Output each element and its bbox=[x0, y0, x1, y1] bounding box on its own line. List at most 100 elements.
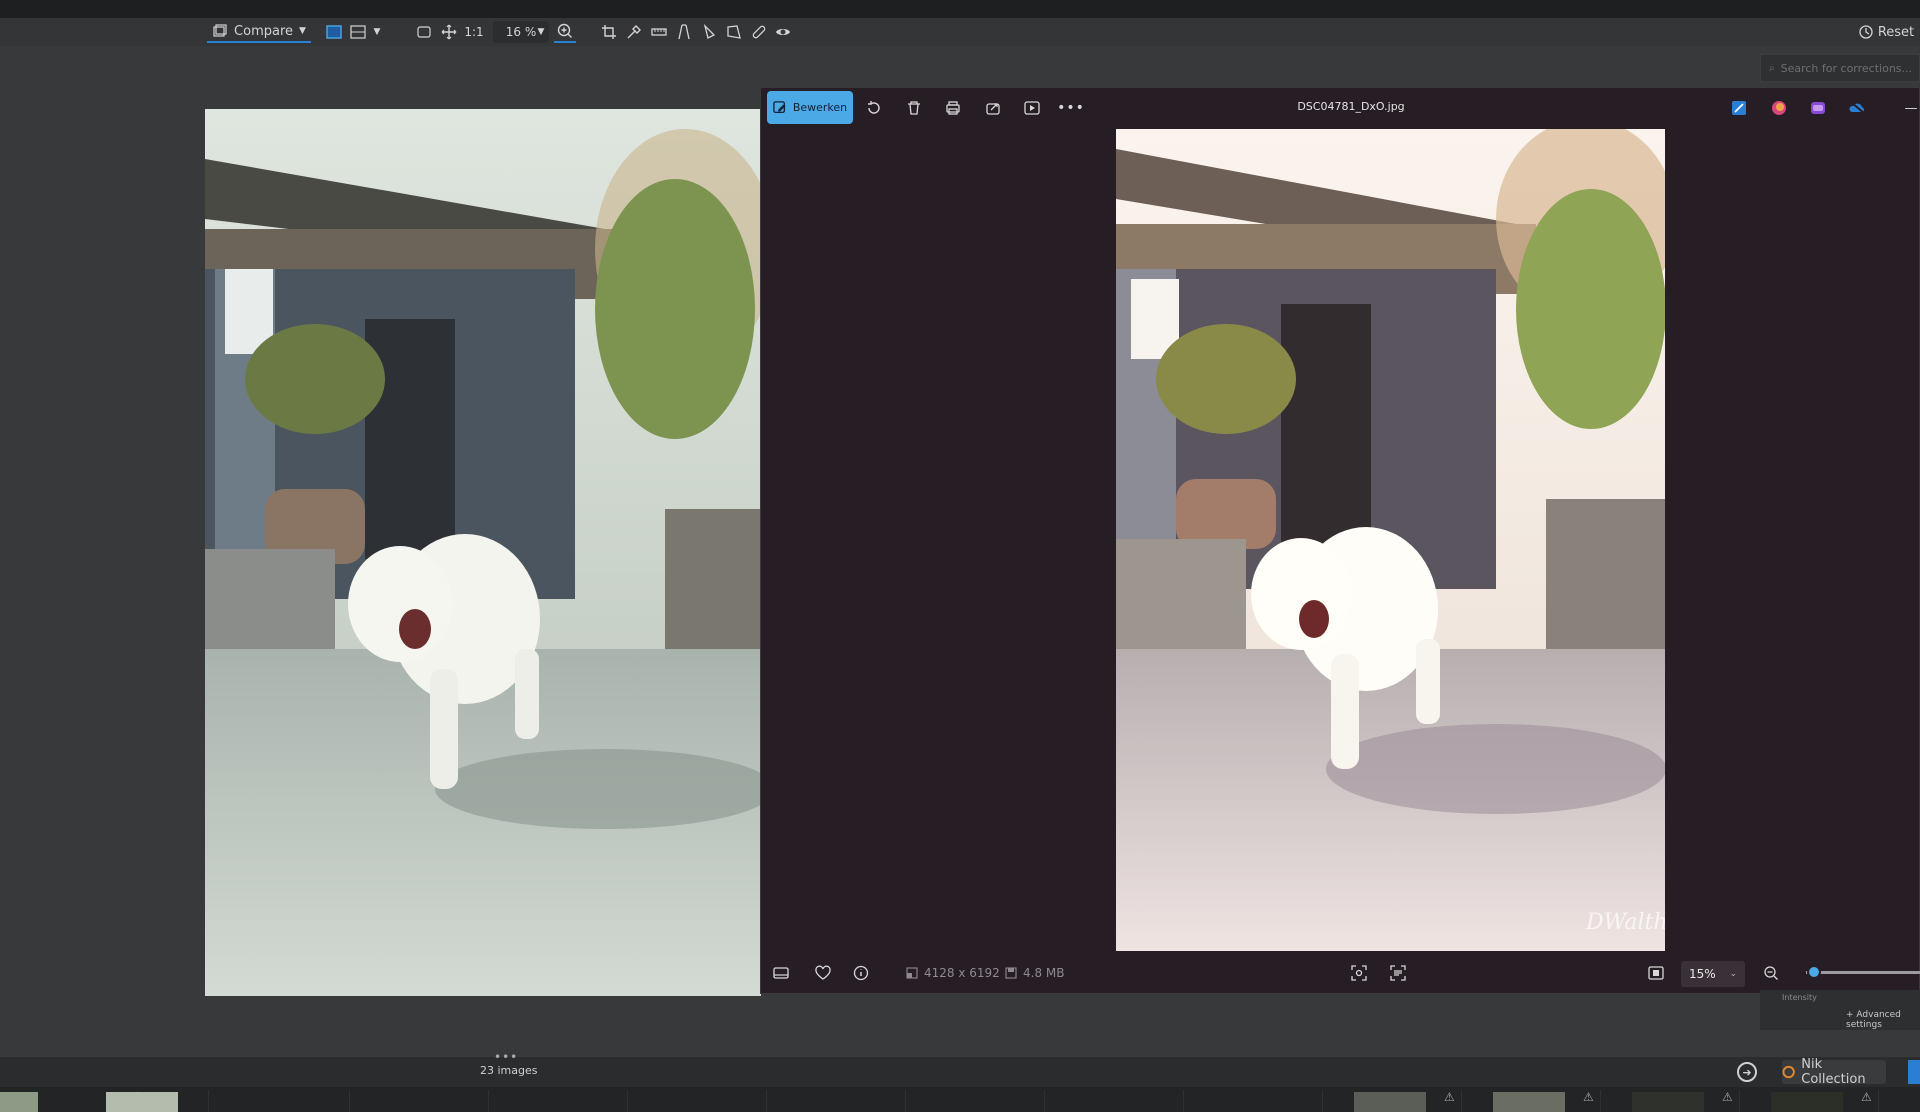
reset-button[interactable]: Reset bbox=[1852, 21, 1920, 43]
text-scan-button[interactable] bbox=[1388, 963, 1408, 983]
eyedropper-icon bbox=[627, 25, 641, 39]
original-photo-image bbox=[205, 109, 761, 996]
fit-to-window-button[interactable] bbox=[1646, 963, 1666, 983]
thumbnail-image[interactable] bbox=[106, 1092, 178, 1112]
designer-app-button[interactable] bbox=[1769, 98, 1789, 118]
zoom-select[interactable]: 15% ⌄ bbox=[1681, 961, 1745, 987]
rotate-button[interactable] bbox=[864, 98, 884, 118]
crop-icon bbox=[602, 25, 616, 39]
warning-icon: ⚠ bbox=[1861, 1090, 1872, 1104]
compare-button[interactable]: Compare ▼ bbox=[207, 21, 311, 43]
title-bar bbox=[0, 0, 1920, 18]
edit-label: Bewerken bbox=[792, 101, 848, 114]
zoom-out-button[interactable] bbox=[1761, 963, 1781, 983]
print-button[interactable] bbox=[943, 98, 963, 118]
preview-toggle[interactable] bbox=[773, 21, 793, 43]
one-to-one-button[interactable]: 1:1 bbox=[462, 21, 486, 43]
search-placeholder: Search for corrections... bbox=[1780, 61, 1913, 75]
chevron-down-icon[interactable]: ▼ bbox=[299, 26, 306, 36]
polygon-tool[interactable] bbox=[724, 21, 744, 43]
fit-button[interactable] bbox=[414, 21, 434, 43]
thumbnail-cell[interactable] bbox=[768, 1090, 906, 1112]
thumbnail-image[interactable] bbox=[0, 1092, 38, 1112]
zoom-slider-track[interactable] bbox=[1806, 971, 1920, 974]
file-info-button[interactable] bbox=[851, 963, 871, 983]
viewer-top-toolbar: Bewerken ••• DSC04781_DxO.jpg — bbox=[761, 88, 1919, 128]
edited-photo-image: DWalther bbox=[1116, 129, 1665, 951]
photo-editor-app-button[interactable] bbox=[1729, 98, 1749, 118]
zoom-slider-thumb[interactable] bbox=[1806, 965, 1821, 979]
compare-label: Compare bbox=[234, 23, 294, 39]
original-photo[interactable] bbox=[205, 109, 761, 996]
eyedropper-tool[interactable] bbox=[624, 21, 644, 43]
perspective-tool[interactable] bbox=[674, 21, 694, 43]
control-point-tool[interactable] bbox=[699, 21, 719, 43]
filmstrip-icon bbox=[773, 967, 789, 979]
rotate-icon bbox=[868, 101, 880, 114]
fit-icon bbox=[417, 26, 431, 38]
slideshow-button[interactable] bbox=[1022, 98, 1042, 118]
zoom-in-button[interactable] bbox=[554, 21, 576, 43]
polygon-icon bbox=[727, 25, 741, 39]
repair-tool[interactable] bbox=[749, 21, 769, 43]
delete-button[interactable] bbox=[904, 98, 924, 118]
text-scan-icon bbox=[1390, 965, 1406, 981]
minimize-button[interactable]: — bbox=[1901, 98, 1920, 118]
zoom-value: 16 % bbox=[505, 25, 537, 39]
thumbnail-cell[interactable] bbox=[212, 1090, 350, 1112]
onedrive-button[interactable] bbox=[1848, 98, 1868, 118]
thumbnail-cell[interactable] bbox=[490, 1090, 628, 1112]
warning-icon: ⚠ bbox=[1722, 1090, 1733, 1104]
corrections-search[interactable]: ⌕ Search for corrections... bbox=[1760, 54, 1920, 82]
thumbnail-cell[interactable] bbox=[907, 1090, 1045, 1112]
thumbnail-image[interactable] bbox=[1493, 1092, 1565, 1112]
trash-icon bbox=[908, 101, 920, 115]
move-button[interactable] bbox=[439, 21, 459, 43]
view-mode-dropdown[interactable]: ▼ bbox=[370, 21, 384, 43]
search-icon: ⌕ bbox=[1769, 62, 1775, 74]
panel-toggle-button[interactable] bbox=[1908, 1060, 1920, 1084]
thumbnail-cell[interactable] bbox=[629, 1090, 767, 1112]
filesize-value: 4.8 MB bbox=[1023, 966, 1065, 980]
single-view-icon bbox=[326, 25, 342, 39]
thumbnail-image[interactable] bbox=[1354, 1092, 1426, 1112]
control-point-icon bbox=[703, 24, 716, 39]
favorite-button[interactable] bbox=[813, 963, 833, 983]
thumbnail-image[interactable] bbox=[1771, 1092, 1843, 1112]
horizon-icon bbox=[651, 28, 667, 36]
image-browser-bar bbox=[0, 1057, 1920, 1087]
face-detect-button[interactable] bbox=[1349, 963, 1369, 983]
edited-photo[interactable]: DWalther bbox=[1116, 129, 1665, 951]
zoom-dropdown[interactable]: ▼ bbox=[534, 21, 548, 43]
dimensions-icon bbox=[906, 967, 918, 979]
single-view-button[interactable] bbox=[324, 21, 344, 43]
perspective-icon bbox=[678, 24, 690, 40]
thumbnail-cell[interactable] bbox=[1185, 1090, 1323, 1112]
edit-button[interactable]: Bewerken bbox=[767, 91, 853, 124]
filmstrip-toggle[interactable] bbox=[771, 963, 791, 983]
onedrive-icon bbox=[1849, 101, 1866, 115]
clipchamp-app-button[interactable] bbox=[1808, 98, 1828, 118]
share-button[interactable] bbox=[983, 98, 1003, 118]
signature-watermark: DWalther bbox=[1585, 910, 1665, 935]
thumbnail-cell[interactable] bbox=[1046, 1090, 1184, 1112]
heart-icon bbox=[815, 965, 831, 980]
thumbnail-cell[interactable] bbox=[351, 1090, 489, 1112]
split-view-button[interactable] bbox=[348, 21, 368, 43]
warning-icon: ⚠ bbox=[1583, 1090, 1594, 1104]
fit-window-icon bbox=[1648, 966, 1664, 980]
nik-collection-button[interactable]: Nik Collection bbox=[1782, 1057, 1886, 1087]
crop-tool[interactable] bbox=[599, 21, 619, 43]
play-icon bbox=[1024, 101, 1040, 115]
horizon-tool[interactable] bbox=[649, 21, 669, 43]
more-options-button[interactable]: ••• bbox=[1057, 98, 1084, 118]
more-icon: ••• bbox=[1057, 100, 1085, 116]
printer-icon bbox=[946, 101, 960, 115]
arrow-right-icon: ➜ bbox=[1742, 1065, 1752, 1079]
advanced-settings-link[interactable]: + Advanced settings bbox=[1846, 1010, 1920, 1030]
export-arrow-button[interactable]: ➜ bbox=[1737, 1062, 1757, 1082]
designer-app-icon bbox=[1772, 101, 1786, 115]
browser-resize-handle[interactable]: ••• bbox=[494, 1050, 518, 1064]
dimensions-value: 4128 x 6192 bbox=[924, 966, 1000, 980]
thumbnail-image[interactable] bbox=[1632, 1092, 1704, 1112]
